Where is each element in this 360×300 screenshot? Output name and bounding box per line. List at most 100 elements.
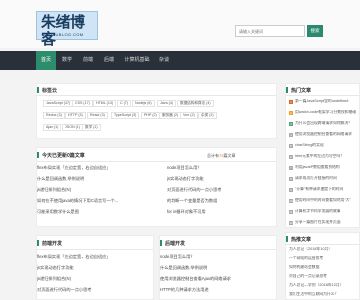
tag[interactable]: CSS (17) xyxy=(72,100,93,107)
title-accent xyxy=(160,240,162,246)
article-link[interactable]: 什么是回调函数,举例说明 xyxy=(160,265,274,271)
tag[interactable]: 数学 (1) xyxy=(82,124,101,131)
tag[interactable]: HTML (13) xyxy=(93,100,117,107)
latest-articles-title: 今天已更新0篇文章 xyxy=(42,153,85,159)
title-accent xyxy=(286,236,288,242)
tag[interactable]: Redux (3) xyxy=(43,112,65,119)
tag[interactable]: Vue (2) xyxy=(180,112,198,119)
article-link[interactable]: 的判断一个变量是否为数组 xyxy=(167,198,272,204)
rank-badge: 5 xyxy=(289,144,293,148)
article-link[interactable]: js递归排列组合(N) xyxy=(37,187,147,193)
hot-article-link[interactable]: "计算"有种请求速度下的时间 xyxy=(295,187,359,192)
recommended-title: 热推文章 xyxy=(291,237,312,243)
article-link[interactable]: flex布局实现「左边定宽，右边自适应」 xyxy=(37,254,151,260)
rank-badge: 11 xyxy=(289,210,293,214)
article-link[interactable]: node项目怎么用？ xyxy=(160,254,274,260)
nav-item-home[interactable]: 首页 xyxy=(36,51,56,70)
recommended-article-link[interactable]: 一个网站的运营思考 xyxy=(289,256,359,261)
tag[interactable]: 服务器 (2) xyxy=(159,112,182,119)
main-nav: 首页 数学 前端 后端 计算机基础 杂谈 xyxy=(0,51,360,70)
nav-item-cs-basics[interactable]: 计算机基础 xyxy=(121,51,153,70)
article-link[interactable]: node项目怎么用？ xyxy=(167,165,272,171)
recommended-article-link[interactable]: 我们生活中的互联网为什么？ xyxy=(289,292,359,297)
recommended-article-link[interactable]: 如何构建站会数据 xyxy=(289,265,359,270)
search-input[interactable] xyxy=(235,25,305,37)
article-link[interactable]: flex布局实现「左边定宽，右边自适应」 xyxy=(37,165,147,171)
hot-article-link[interactable]: 为什么会出现跨域请求如何解决？ xyxy=(295,121,359,126)
tag[interactable]: 数据结构和算法 (4) xyxy=(177,100,214,107)
frontend-title: 前端开发 xyxy=(42,241,63,247)
hot-article-link[interactable]: 使用浏览器控制台查看的网络请求 xyxy=(295,132,359,137)
article-link[interactable]: js实现动态打字功能 xyxy=(167,176,272,182)
tag[interactable]: JSON (1) xyxy=(62,124,83,131)
backend-title: 后端开发 xyxy=(165,241,186,247)
divider xyxy=(37,161,276,162)
hot-articles-title: 热门文章 xyxy=(291,88,312,94)
tag[interactable]: JavaScript (37) xyxy=(43,100,74,107)
hot-article-link[interactable]: 第一篇JavaScript里的undefined xyxy=(295,99,359,104)
logo-title: 朱绪博客 xyxy=(41,13,85,48)
rank-badge: 4 xyxy=(289,133,293,137)
article-link[interactable]: 如何在不使用java的情况下用C语言写一个... xyxy=(37,198,147,204)
tag[interactable]: Ajax (1) xyxy=(43,124,62,131)
tag[interactable]: C (7) xyxy=(117,100,131,107)
hot-article-link[interactable]: html元素中的左边为与空吗？ xyxy=(295,154,359,159)
nav-item-backend[interactable]: 后端 xyxy=(99,51,119,70)
hot-article-link[interactable]: 请求成功打开链接的时间 xyxy=(295,176,359,181)
article-total: 总计有73篇文章 xyxy=(207,153,236,158)
title-accent xyxy=(37,240,39,246)
hot-article-link[interactable]: 利用javaIP数组查看到结构 xyxy=(295,165,359,170)
hot-article-link[interactable]: 分享一篇图片在实现并页面 xyxy=(295,220,359,225)
divider xyxy=(160,249,276,250)
article-link[interactable]: 什么是回调函数,举例说明 xyxy=(37,176,147,182)
title-accent xyxy=(37,152,39,158)
rank-badge: 6 xyxy=(289,155,293,159)
nav-item-frontend[interactable]: 前端 xyxy=(78,51,98,70)
tag[interactable]: Java (4) xyxy=(157,100,176,107)
tag[interactable]: React (3) xyxy=(87,112,108,119)
backend-panel: 后端开发 node项目怎么用？ 什么是回调函数,举例说明 使用浏览器控制台查看A… xyxy=(159,235,277,300)
recommended-panel: 热推文章 为人总记（2018年10月） 一个网站的运营思考 如何构建站会数据 对… xyxy=(285,232,360,300)
divider xyxy=(286,95,359,96)
hot-article-link[interactable]: 计算机字节科学发展的故事 xyxy=(295,209,359,214)
rank-badge: 2 xyxy=(289,111,293,115)
article-link[interactable]: js递归排列组合(N) xyxy=(37,276,151,282)
frontend-panel: 前端开发 flex布局实现「左边定宽，右边自适应」 js实现动态打字功能 js递… xyxy=(36,235,154,300)
title-accent xyxy=(37,87,39,93)
tag[interactable]: HTTP (3) xyxy=(65,112,86,119)
rank-badge: 7 xyxy=(289,166,293,170)
nav-item-misc[interactable]: 杂谈 xyxy=(154,51,174,70)
rank-badge: 9 xyxy=(289,188,293,192)
rank-badge: 8 xyxy=(289,177,293,181)
tag-cloud-panel: 标签云 JavaScript (37) CSS (17) HTML (13) C… xyxy=(36,83,277,139)
title-accent xyxy=(286,87,288,93)
tag[interactable]: PHP (2) xyxy=(141,112,160,119)
divider xyxy=(37,95,276,96)
site-logo[interactable]: 朱绪博客 ZHUXUBLOG.COM xyxy=(36,11,98,48)
tag[interactable]: TypeScript (3) xyxy=(111,112,140,119)
recommended-article-link[interactable]: 为人总记—学到（2018年12月） xyxy=(289,283,359,288)
rank-badge: 10 xyxy=(289,199,293,203)
article-link[interactable]: 使用浏览器控制台查看Ajax的网络请求 xyxy=(160,276,274,282)
tag[interactable]: Nodejs (6) xyxy=(132,100,155,107)
rank-badge: 1 xyxy=(289,100,293,104)
article-link[interactable]: 可能采用数学什么是图 xyxy=(37,209,147,215)
tag[interactable]: 杂类 (2) xyxy=(198,112,217,119)
recommended-article-link[interactable]: 对自己的一点记录思考 xyxy=(289,274,359,279)
nav-item-math[interactable]: 数学 xyxy=(57,51,77,70)
hot-articles-panel: 热门文章 1 第一篇JavaScript里的undefined 2 用watch… xyxy=(285,83,360,228)
article-link[interactable]: 对页面进行代码的一点小思考 xyxy=(37,287,151,293)
article-link[interactable]: js实现动态打字功能 xyxy=(37,265,151,271)
article-link[interactable]: for in循环对象不可用 xyxy=(167,209,272,215)
article-link[interactable]: HTTP的几种请求方法用途 xyxy=(160,287,274,293)
divider xyxy=(37,249,153,250)
logo-subtitle: ZHUXUBLOG.COM xyxy=(43,32,84,37)
article-link[interactable]: 对页面进行代码的一点小思考 xyxy=(167,187,272,193)
rank-badge: 12 xyxy=(289,221,293,225)
recommended-article-link[interactable]: 为人总记（2018年10月） xyxy=(289,247,359,252)
hot-article-link[interactable]: 使用时间中的时间查看如何用“大” xyxy=(295,198,359,203)
hot-article-link[interactable]: 用watch-code框架学习分数技和基础 xyxy=(295,110,359,115)
tag-cloud-title: 标签云 xyxy=(42,88,58,94)
hot-article-link[interactable]: charString的实现 xyxy=(295,143,359,148)
search-button[interactable]: 搜索 xyxy=(307,25,323,37)
